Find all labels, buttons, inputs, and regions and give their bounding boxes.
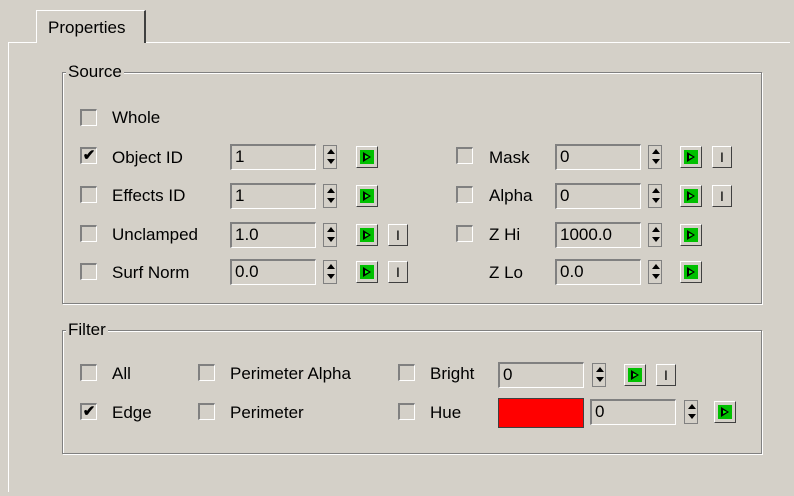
perimeter-alpha-checkbox[interactable] xyxy=(198,364,215,381)
mask-field[interactable]: 0 xyxy=(555,144,641,170)
surf-norm-field[interactable]: 0.0 xyxy=(230,259,316,285)
hue-field[interactable]: 0 xyxy=(590,399,676,425)
surf-norm-spinner[interactable] xyxy=(323,260,337,284)
hue-label: Hue xyxy=(430,403,462,422)
bright-field[interactable]: 0 xyxy=(498,362,584,388)
bright-i-button[interactable]: I xyxy=(656,364,676,386)
z-hi-spinner[interactable] xyxy=(648,223,662,247)
source-group-title: Source xyxy=(66,62,124,82)
z-hi-checkbox[interactable] xyxy=(456,225,473,242)
edge-checkbox[interactable]: ✔ xyxy=(80,403,97,420)
z-lo-spinner[interactable] xyxy=(648,260,662,284)
alpha-key-icon[interactable] xyxy=(680,185,702,207)
effects-id-label: Effects ID xyxy=(112,186,186,205)
all-checkbox[interactable] xyxy=(80,364,97,381)
object-id-field[interactable]: 1 xyxy=(230,144,316,170)
surf-norm-key-icon[interactable] xyxy=(356,261,378,283)
unclamped-label: Unclamped xyxy=(112,225,198,244)
perimeter-label: Perimeter xyxy=(230,403,304,422)
perimeter-checkbox[interactable] xyxy=(198,403,215,420)
bright-checkbox[interactable] xyxy=(398,364,415,381)
bright-label: Bright xyxy=(430,364,475,383)
all-label: All xyxy=(112,364,131,383)
effects-id-spinner[interactable] xyxy=(323,184,337,208)
z-lo-field[interactable]: 0.0 xyxy=(555,259,641,285)
effects-id-field[interactable]: 1 xyxy=(230,183,316,209)
z-hi-field[interactable]: 1000.0 xyxy=(555,222,641,248)
mask-label: Mask xyxy=(489,148,530,167)
unclamped-i-button[interactable]: I xyxy=(388,224,408,246)
effects-id-checkbox[interactable] xyxy=(80,186,97,203)
whole-checkbox[interactable] xyxy=(80,109,97,126)
z-lo-label: Z Lo xyxy=(489,263,524,282)
mask-i-button[interactable]: I xyxy=(712,146,732,168)
hue-checkbox[interactable] xyxy=(398,403,415,420)
whole-label: Whole xyxy=(112,108,161,127)
object-id-checkbox[interactable]: ✔ xyxy=(80,147,97,164)
filter-group xyxy=(62,330,762,454)
object-id-spinner[interactable] xyxy=(323,145,337,169)
z-hi-label: Z Hi xyxy=(489,225,521,244)
hue-color-swatch[interactable] xyxy=(498,398,584,428)
unclamped-field[interactable]: 1.0 xyxy=(230,222,316,248)
mask-checkbox[interactable] xyxy=(456,147,473,164)
surf-norm-checkbox[interactable] xyxy=(80,263,97,280)
alpha-spinner[interactable] xyxy=(648,184,662,208)
alpha-field[interactable]: 0 xyxy=(555,183,641,209)
bright-spinner[interactable] xyxy=(592,363,606,387)
z-lo-key-icon[interactable] xyxy=(680,261,702,283)
effects-id-key-icon[interactable] xyxy=(356,185,378,207)
surf-norm-label: Surf Norm xyxy=(112,263,190,282)
perimeter-alpha-label: Perimeter Alpha xyxy=(230,364,351,383)
hue-spinner[interactable] xyxy=(684,400,698,424)
hue-key-icon[interactable] xyxy=(714,401,736,423)
alpha-checkbox[interactable] xyxy=(456,186,473,203)
object-id-key-icon[interactable] xyxy=(356,146,378,168)
alpha-label: Alpha xyxy=(489,186,533,205)
unclamped-checkbox[interactable] xyxy=(80,225,97,242)
mask-spinner[interactable] xyxy=(648,145,662,169)
surf-norm-i-button[interactable]: I xyxy=(388,261,408,283)
filter-group-title: Filter xyxy=(66,320,108,340)
bright-key-icon[interactable] xyxy=(624,364,646,386)
mask-key-icon[interactable] xyxy=(680,146,702,168)
unclamped-spinner[interactable] xyxy=(323,223,337,247)
tab-properties-label: Properties xyxy=(48,18,126,37)
object-id-label: Object ID xyxy=(112,148,183,167)
unclamped-key-icon[interactable] xyxy=(356,224,378,246)
edge-label: Edge xyxy=(112,403,152,422)
z-hi-key-icon[interactable] xyxy=(680,224,702,246)
alpha-i-button[interactable]: I xyxy=(712,185,732,207)
